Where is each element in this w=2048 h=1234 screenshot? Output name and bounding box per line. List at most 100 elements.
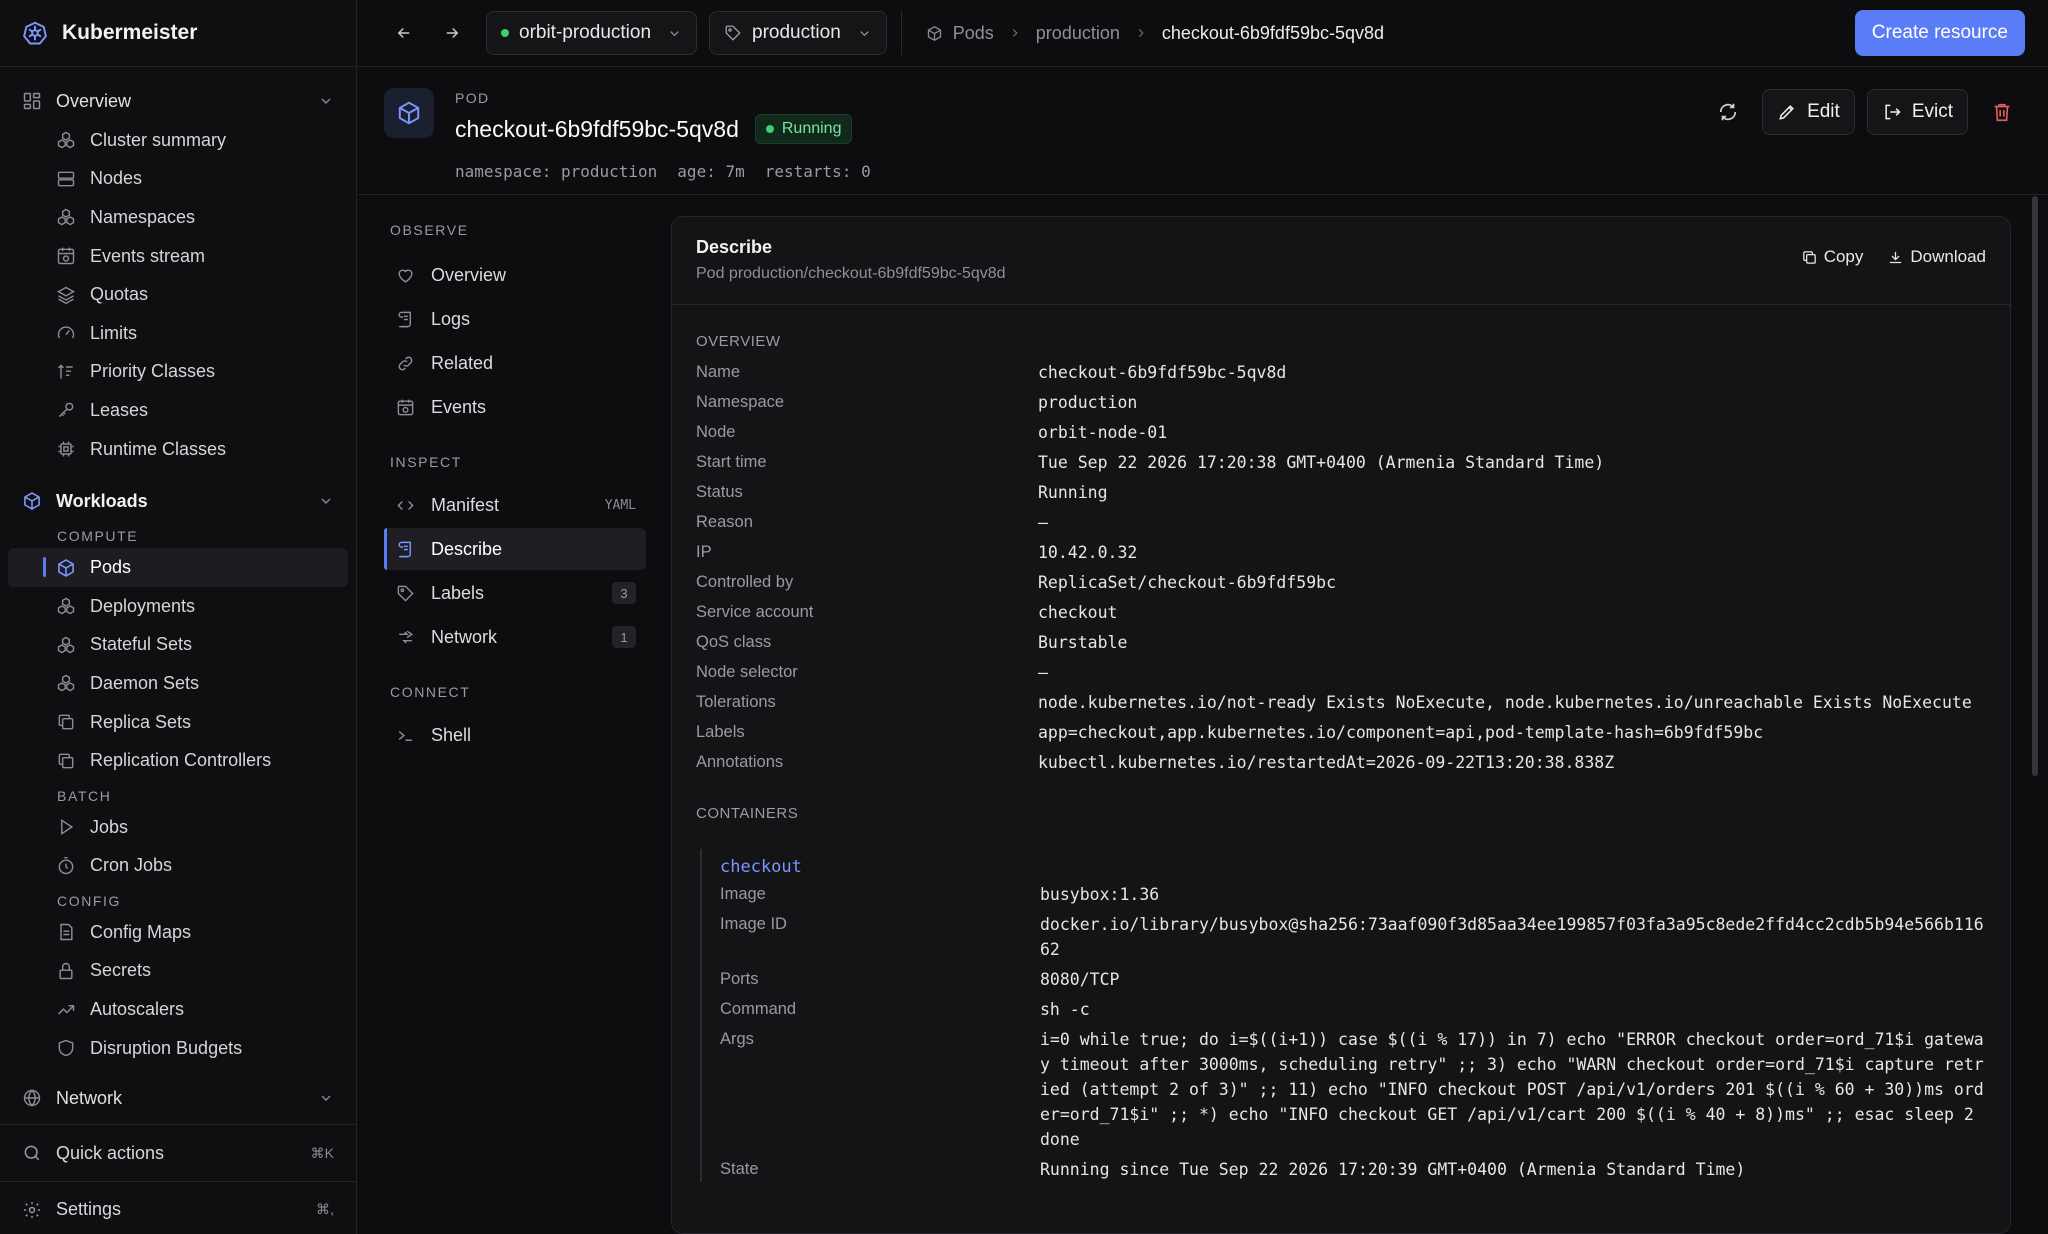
kubernetes-helm-icon [22, 20, 48, 46]
sidebar-item-autoscalers[interactable]: Autoscalers [0, 990, 356, 1029]
sidebar-item-quotas[interactable]: Quotas [0, 275, 356, 314]
field-key: Controlled by [696, 573, 794, 591]
field-key: Image [720, 885, 766, 903]
sidebar-nav[interactable]: Overview Cluster summary Nodes Namespace… [0, 68, 356, 1124]
scrollbar[interactable] [2032, 196, 2038, 776]
chevron-down-icon [318, 493, 334, 509]
sidebar-item-replica-sets[interactable]: Replica Sets [0, 703, 356, 742]
kv-row: Controlled by ReplicaSet/checkout-6b9fdf5… [696, 565, 1986, 595]
logout-icon [1882, 102, 1902, 122]
field-value: — [1038, 513, 1048, 532]
lock-icon [56, 961, 76, 981]
sidebar-item-label: Replication Controllers [90, 750, 272, 771]
breadcrumb-item[interactable]: production [1036, 23, 1120, 44]
brand[interactable]: Kubermeister [0, 0, 356, 67]
link-icon [396, 354, 415, 373]
sidebar-item-priority-classes[interactable]: Priority Classes [0, 353, 356, 392]
subnav-item-label: Related [431, 352, 494, 373]
sidebar-item-config-maps[interactable]: Config Maps [0, 913, 356, 952]
cluster-selector[interactable]: orbit-production [486, 11, 698, 55]
kv-row: Node orbit-node-01 [696, 415, 1986, 445]
subnav-item-overview[interactable]: Overview [384, 254, 646, 296]
sidebar-item-daemon-sets[interactable]: Daemon Sets [0, 664, 356, 703]
sidebar-item-cron-jobs[interactable]: Cron Jobs [0, 847, 356, 886]
field-value: production [1038, 393, 1138, 412]
pod-meta-restarts: restarts: 0 [764, 162, 871, 181]
subnav-item-related[interactable]: Related [384, 342, 646, 384]
sidebar-item-disruption-budgets[interactable]: Disruption Budgets [0, 1029, 356, 1068]
pencil-icon [1777, 102, 1797, 122]
subnav-item-label: Events [431, 396, 487, 417]
cluster-icon [56, 635, 76, 655]
sidebar-item-namespaces[interactable]: Namespaces [0, 198, 356, 237]
back-arrow-icon[interactable] [380, 9, 428, 57]
create-resource-button[interactable]: Create resource [1854, 10, 2025, 56]
sidebar-item-jobs[interactable]: Jobs [0, 808, 356, 847]
group-label-compute: COMPUTE [57, 528, 139, 545]
namespace-selector[interactable]: production [709, 11, 887, 55]
section-network[interactable]: Network [0, 1079, 356, 1117]
count-badge: 1 [612, 626, 636, 648]
download-button[interactable]: Download [1887, 247, 1986, 267]
sidebar-item-label: Autoscalers [90, 999, 185, 1020]
sidebar-item-label: Pods [90, 557, 132, 578]
evict-button[interactable]: Evict [1866, 89, 1968, 135]
edit-button[interactable]: Edit [1762, 89, 1855, 135]
refresh-button[interactable] [1706, 90, 1750, 134]
subnav-item-manifest[interactable]: Manifest YAML [384, 484, 646, 526]
cluster-icon [56, 673, 76, 693]
shield-icon [56, 1038, 76, 1058]
settings-button[interactable]: Settings ⌘, [0, 1181, 356, 1234]
field-key: Command [720, 1000, 797, 1018]
subnav-item-label: Network [431, 626, 498, 647]
describe-title: Describe [696, 237, 773, 257]
sidebar-item-label: Config Maps [90, 921, 192, 942]
sidebar-item-cluster-summary[interactable]: Cluster summary [0, 121, 356, 160]
section-label-overview: OVERVIEW [696, 332, 781, 350]
network-icon [396, 628, 415, 647]
sidebar-item-stateful-sets[interactable]: Stateful Sets [0, 626, 356, 665]
quick-actions-button[interactable]: Quick actions ⌘K [0, 1125, 356, 1181]
section-workloads[interactable]: Workloads [0, 482, 356, 520]
subnav-item-label: Describe [431, 538, 503, 559]
sidebar-item-pods[interactable]: Pods [8, 548, 348, 587]
delete-button[interactable] [1980, 90, 2024, 134]
grid-icon [22, 91, 42, 111]
kv-row: QoS class Burstable [696, 625, 1986, 655]
layers-icon [56, 285, 76, 305]
sidebar-item-leases[interactable]: Leases [0, 391, 356, 430]
code-icon [396, 496, 415, 515]
subnav-item-events[interactable]: Events [384, 386, 646, 428]
tag-icon [396, 584, 415, 603]
subnav-section-inspect: INSPECT [390, 454, 462, 470]
kv-row: Service account checkout [696, 595, 1986, 625]
pod-actions: Edit Evict [1706, 89, 2024, 135]
sidebar-item-events-stream[interactable]: Events stream [0, 237, 356, 276]
breadcrumb-item[interactable]: Pods [953, 23, 994, 44]
field-key: Name [696, 363, 741, 381]
sidebar-item-limits[interactable]: Limits [0, 314, 356, 353]
sidebar-item-deployments[interactable]: Deployments [0, 587, 356, 626]
sidebar-item-secrets[interactable]: Secrets [0, 952, 356, 991]
cluster-status-dot [501, 29, 509, 37]
field-value: app=checkout,app.kubernetes.io/component… [1038, 723, 1764, 742]
document-icon [56, 922, 76, 942]
sidebar-footer: Quick actions ⌘K Settings ⌘, [0, 1124, 356, 1234]
field-key: Tolerations [696, 693, 776, 711]
subnav-item-logs[interactable]: Logs [384, 298, 646, 340]
copy-button[interactable]: Copy [1801, 247, 1863, 267]
sidebar-item-replication-controllers[interactable]: Replication Controllers [0, 741, 356, 780]
sidebar-item-runtime-classes[interactable]: Runtime Classes [0, 430, 356, 469]
field-key: Annotations [696, 753, 784, 771]
sidebar-item-nodes[interactable]: Nodes [0, 160, 356, 199]
subnav-item-shell[interactable]: Shell [384, 714, 646, 756]
subnav-item-describe[interactable]: Describe [384, 528, 646, 570]
forward-arrow-icon[interactable] [428, 9, 476, 57]
subnav-item-labels[interactable]: Labels 3 [384, 572, 646, 614]
field-value: docker.io/library/busybox@sha256:73aaf09… [1040, 915, 1984, 959]
search-icon [22, 1143, 42, 1163]
sidebar: Kubermeister Overview Cluster summary No… [0, 0, 357, 1234]
heart-icon [396, 266, 415, 285]
subnav-item-network[interactable]: Network 1 [384, 616, 646, 658]
section-overview[interactable]: Overview [0, 82, 356, 120]
